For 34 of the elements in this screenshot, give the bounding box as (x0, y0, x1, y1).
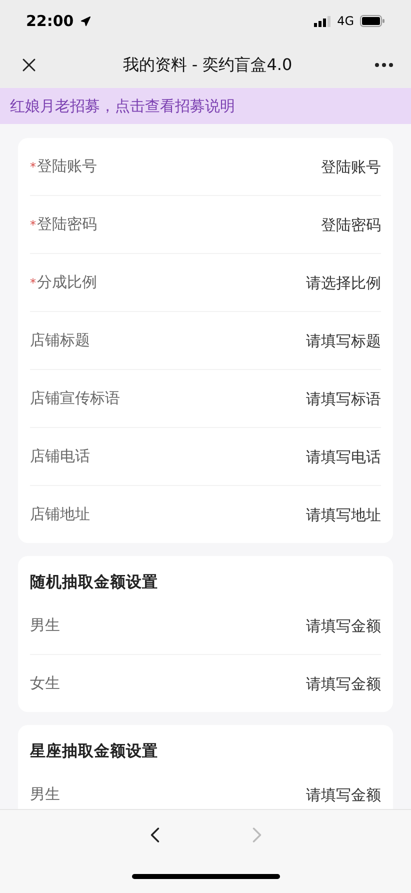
field-label: 男生 (30, 616, 60, 635)
field-label: 店铺电话 (30, 447, 90, 466)
page-title: 我的资料 - 奕约盲盒4.0 (122, 54, 292, 76)
field-label: 店铺标题 (30, 331, 90, 350)
field-label: 女生 (30, 674, 60, 693)
input-field[interactable]: 请填写标题 (221, 332, 381, 350)
field-label: 登陆账号 (37, 157, 97, 176)
required-mark: * (30, 218, 36, 232)
input-field[interactable]: 请填写金额 (221, 674, 381, 692)
recruit-banner[interactable]: 红娘月老招募，点击查看招募说明 (0, 88, 411, 124)
battery-icon (360, 15, 385, 27)
signal-icon (314, 16, 332, 26)
location-arrow-icon (80, 16, 91, 26)
field-label: 店铺宣传标语 (30, 389, 120, 408)
status-time: 22:00 (26, 12, 74, 30)
input-field[interactable]: 请填写标语 (221, 390, 381, 408)
input-field[interactable]: 登陆账号 (221, 158, 381, 176)
input-field[interactable]: 登陆密码 (221, 216, 381, 234)
required-mark: * (30, 276, 36, 290)
field-label: 店铺地址 (30, 505, 90, 524)
required-mark: * (30, 160, 36, 174)
network-type: 4G (337, 14, 354, 28)
input-field[interactable]: 请填写电话 (221, 448, 381, 466)
input-field[interactable]: 请填写地址 (221, 506, 381, 524)
input-field[interactable]: 请填写金额 (221, 786, 381, 804)
section-title: 星座抽取金额设置 (30, 741, 159, 762)
input-field[interactable]: 请选择比例 (221, 274, 381, 292)
field-label: 分成比例 (37, 273, 97, 292)
section-title: 随机抽取金额设置 (30, 572, 159, 593)
more-icon (374, 63, 393, 67)
field-label: 男生 (30, 785, 60, 804)
input-field[interactable]: 请填写金额 (221, 616, 381, 634)
field-label: 登陆密码 (37, 215, 97, 234)
more-button[interactable] (372, 61, 395, 69)
